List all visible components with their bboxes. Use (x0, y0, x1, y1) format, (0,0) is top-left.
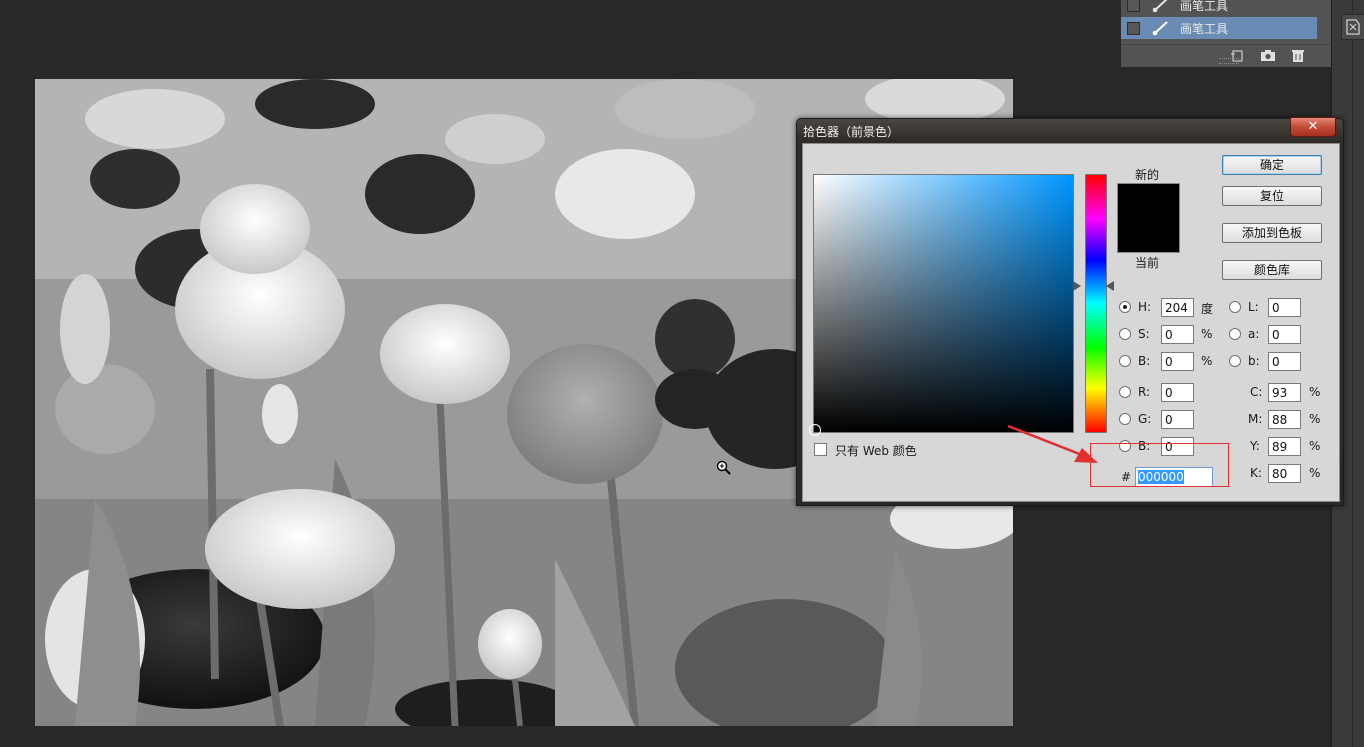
radio-saturation[interactable] (1119, 328, 1131, 340)
radio-lightness[interactable] (1229, 301, 1241, 313)
red-input[interactable]: 0 (1161, 383, 1194, 402)
color-field-cursor[interactable] (809, 424, 821, 436)
brightness-input[interactable]: 0 (1161, 352, 1194, 371)
dock-divider (1352, 0, 1353, 747)
history-item-label: 画笔工具 (1180, 22, 1229, 36)
hue-input[interactable]: 204 (1161, 298, 1194, 317)
web-colors-only-label: 只有 Web 颜色 (835, 444, 917, 458)
magenta-unit: % (1309, 412, 1321, 426)
red-label: R: (1138, 385, 1151, 399)
cyan-label: C: (1250, 385, 1263, 399)
black-label: K: (1250, 466, 1262, 480)
radio-green[interactable] (1119, 413, 1131, 425)
annotation-highlight-box (1090, 443, 1229, 487)
dialog-title: 拾色器（前景色） (803, 125, 900, 139)
brightness-label: B: (1138, 354, 1151, 368)
history-item-label: 画笔工具 (1180, 0, 1229, 13)
close-button[interactable]: ✕ (1290, 117, 1336, 137)
lab-a-label: a: (1248, 327, 1260, 341)
color-field[interactable] (813, 174, 1074, 433)
magenta-input[interactable]: 88 (1268, 410, 1301, 429)
hue-slider-left-arrow[interactable] (1073, 281, 1081, 291)
radio-lab-a[interactable] (1229, 328, 1241, 340)
saturation-label: S: (1138, 327, 1150, 341)
radio-red[interactable] (1119, 386, 1131, 398)
add-to-swatches-button[interactable]: 添加到色板 (1222, 223, 1322, 243)
lab-a-input[interactable]: 0 (1268, 325, 1301, 344)
web-colors-only-checkbox[interactable] (814, 443, 827, 456)
cyan-input[interactable]: 93 (1268, 383, 1301, 402)
history-item-selected[interactable]: 画笔工具 (1121, 17, 1317, 39)
radio-hue[interactable] (1119, 301, 1131, 313)
color-preview-swatch (1117, 183, 1180, 253)
current-color-label: 当前 (1135, 256, 1160, 270)
lab-l-label: L: (1248, 300, 1259, 314)
trash-icon[interactable] (1290, 48, 1306, 63)
color-libraries-button[interactable]: 颜色库 (1222, 260, 1322, 280)
lab-l-input[interactable]: 0 (1268, 298, 1301, 317)
lab-b-input[interactable]: 0 (1268, 352, 1301, 371)
brush-icon (1152, 21, 1168, 36)
green-label: G: (1138, 412, 1152, 426)
panel-resize-grip[interactable] (1219, 58, 1239, 64)
hue-label: H: (1138, 300, 1152, 314)
history-panel: 画笔工具 画笔工具 (1120, 0, 1331, 67)
magenta-label: M: (1248, 412, 1263, 426)
history-checkbox[interactable] (1127, 0, 1140, 12)
close-icon: ✕ (1307, 119, 1319, 134)
lab-b-label: b: (1248, 354, 1260, 368)
reset-button[interactable]: 复位 (1222, 186, 1322, 206)
hue-slider-right-arrow[interactable] (1106, 281, 1114, 291)
hue-unit: 度 (1201, 302, 1214, 316)
zoom-cursor-icon (716, 460, 731, 475)
cyan-unit: % (1309, 385, 1321, 399)
green-input[interactable]: 0 (1161, 410, 1194, 429)
radio-brightness[interactable] (1119, 355, 1131, 367)
black-unit: % (1309, 466, 1321, 480)
yellow-label: Y: (1250, 439, 1260, 453)
current-color-swatch[interactable] (1118, 218, 1179, 252)
hue-slider[interactable] (1085, 174, 1107, 433)
new-color-swatch (1118, 184, 1179, 218)
black-input[interactable]: 80 (1268, 464, 1301, 483)
camera-icon[interactable] (1260, 48, 1276, 63)
brightness-unit: % (1201, 354, 1213, 368)
history-item[interactable]: 画笔工具 (1121, 0, 1317, 16)
brush-icon (1152, 0, 1168, 13)
saturation-input[interactable]: 0 (1161, 325, 1194, 344)
ok-button[interactable]: 确定 (1222, 155, 1322, 175)
yellow-unit: % (1309, 439, 1321, 453)
yellow-input[interactable]: 89 (1268, 437, 1301, 456)
new-color-label: 新的 (1135, 168, 1160, 182)
history-checkbox[interactable] (1127, 22, 1140, 35)
paragraph-panel-icon[interactable] (1341, 14, 1364, 40)
saturation-unit: % (1201, 327, 1213, 341)
radio-lab-b[interactable] (1229, 355, 1241, 367)
